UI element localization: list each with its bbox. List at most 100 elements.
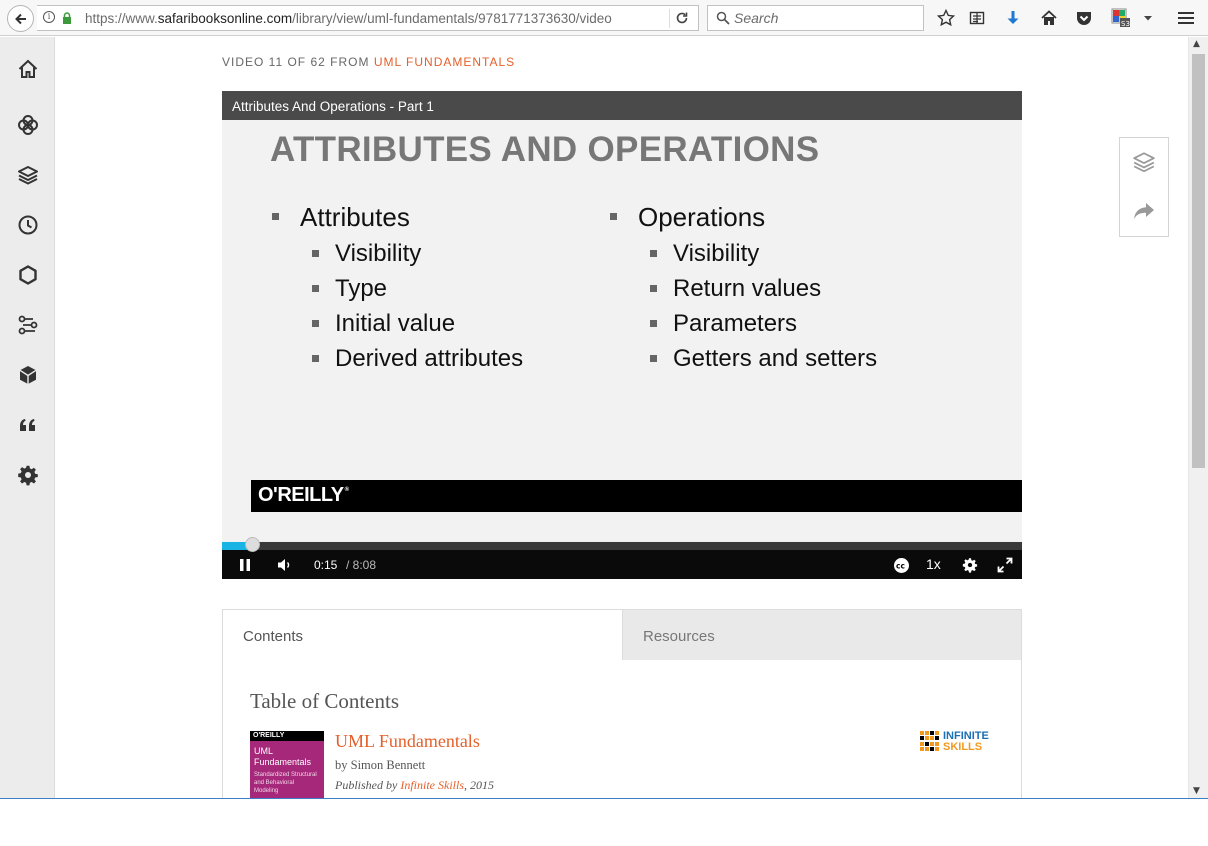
- url-path: /library/view/uml-fundamentals/978177137…: [292, 11, 612, 26]
- gear-icon: [962, 558, 978, 573]
- closed-captions-icon: cc: [893, 557, 909, 573]
- logo-line-2: SKILLS: [943, 741, 983, 753]
- video-frame[interactable]: ATTRIBUTES AND OPERATIONS Attributes Vis…: [222, 120, 1022, 542]
- settings-button[interactable]: [961, 556, 979, 574]
- add-to-playlist-button[interactable]: [1120, 138, 1168, 186]
- reading-list-icon: [969, 11, 985, 25]
- sidebar-item-queue[interactable]: [0, 355, 55, 395]
- lock-icon: [63, 12, 71, 24]
- progress-handle[interactable]: [244, 537, 260, 552]
- sidebar-item-resource-centers[interactable]: [0, 255, 55, 295]
- slide-left-item: Initial value: [311, 310, 456, 337]
- extension-button[interactable]: S3: [1110, 7, 1132, 29]
- layers-icon: [17, 166, 38, 185]
- book-author: by Simon Bennett: [335, 758, 426, 772]
- toc-heading: Table of Contents: [250, 689, 399, 713]
- cube-icon: [19, 366, 36, 384]
- sidebar-item-learning-paths[interactable]: [0, 305, 55, 345]
- book-publisher-line: Published by Infinite Skills, 2015: [335, 778, 494, 793]
- volume-button[interactable]: [276, 557, 294, 573]
- publish-year: , 2015: [463, 778, 494, 792]
- sidebar-item-home[interactable]: [0, 49, 55, 89]
- cover-brand: O'REILLY: [253, 732, 285, 739]
- search-input[interactable]: [734, 9, 919, 27]
- fullscreen-button[interactable]: [996, 556, 1014, 574]
- browser-toolbar: i https://www.safaribooksonline.com/libr…: [0, 0, 1208, 36]
- overflow-dropdown-button[interactable]: [1137, 7, 1159, 29]
- content-tabs: Contents Resources: [222, 609, 1022, 661]
- search-icon: [716, 11, 730, 25]
- slide-left-item: Derived attributes: [311, 345, 524, 372]
- captions-button[interactable]: cc: [892, 556, 910, 574]
- slide-left-item: Visibility: [311, 240, 422, 267]
- video-title: Attributes And Operations - Part 1: [222, 91, 1022, 120]
- book-title-link[interactable]: UML Fundamentals: [335, 731, 480, 752]
- browser-window: i https://www.safaribooksonline.com/libr…: [0, 0, 1208, 799]
- home-button[interactable]: [1038, 7, 1060, 29]
- back-arrow-icon: [14, 13, 26, 24]
- current-time: 0:15: [314, 558, 338, 572]
- sidebar-item-highlights[interactable]: [0, 405, 55, 445]
- progress-bar[interactable]: [222, 537, 1022, 552]
- page-scrollbar[interactable]: ▲ ▼: [1188, 37, 1208, 798]
- slide-right-item: Visibility: [649, 240, 760, 267]
- menu-button[interactable]: [1175, 7, 1197, 29]
- slide-right-heading: Operations: [609, 202, 766, 232]
- url-prefix: https://www.: [85, 11, 158, 26]
- layers-icon: [1133, 152, 1155, 173]
- cover-title: UML Fundamentals: [254, 746, 312, 767]
- fullscreen-icon: [997, 557, 1013, 573]
- url-bar[interactable]: i https://www.safaribooksonline.com/libr…: [37, 5, 699, 31]
- video-player[interactable]: Attributes And Operations - Part 1 ATTRI…: [222, 91, 1022, 579]
- sidebar-item-settings[interactable]: [0, 455, 55, 495]
- share-button[interactable]: [1120, 187, 1168, 235]
- star-icon: [937, 9, 955, 27]
- pocket-button[interactable]: [1073, 7, 1095, 29]
- scroll-thumb[interactable]: [1192, 54, 1205, 468]
- video-count-text: VIDEO 11 OF 62 FROM: [222, 55, 370, 69]
- sidebar-item-playlists[interactable]: [0, 155, 55, 195]
- home-icon: [18, 59, 37, 78]
- bookmark-star-button[interactable]: [935, 7, 957, 29]
- slide-right-item: Parameters: [649, 310, 798, 337]
- slide-left-heading: Attributes: [272, 202, 410, 232]
- url-text[interactable]: https://www.safaribooksonline.com/librar…: [85, 11, 612, 26]
- scroll-up-arrow-icon[interactable]: ▲: [1193, 39, 1200, 49]
- sidebar-item-history[interactable]: [0, 205, 55, 245]
- quote-icon: [19, 419, 35, 431]
- tab-resources[interactable]: Resources: [622, 609, 1022, 661]
- scroll-down-arrow-icon[interactable]: ▼: [1193, 786, 1200, 796]
- paths-icon: [18, 315, 37, 335]
- pause-button[interactable]: [237, 557, 253, 573]
- search-bar[interactable]: [707, 5, 924, 31]
- publisher-link[interactable]: Infinite Skills: [400, 778, 464, 792]
- reading-list-button[interactable]: [966, 7, 988, 29]
- logo-grid-icon: [920, 731, 940, 751]
- book-cover[interactable]: O'REILLY UML Fundamentals Standardized S…: [250, 731, 324, 798]
- url-separator: [669, 9, 670, 28]
- total-time: / 8:08: [346, 558, 377, 572]
- course-link[interactable]: UML FUNDAMENTALS: [374, 55, 515, 69]
- slide-left-item: Type: [311, 275, 388, 302]
- hexagon-icon: [18, 265, 37, 285]
- slide-right-item: Getters and setters: [649, 345, 878, 372]
- sidebar-item-topics[interactable]: [0, 105, 55, 145]
- downloads-button[interactable]: [1002, 7, 1024, 29]
- playback-speed-button[interactable]: 1x: [926, 556, 941, 572]
- browser-home-icon: [1041, 10, 1057, 25]
- reload-button[interactable]: [672, 8, 692, 28]
- tab-contents[interactable]: Contents: [222, 609, 623, 661]
- svg-text:S3: S3: [1121, 20, 1130, 28]
- back-button[interactable]: [7, 5, 34, 32]
- video-position-label: VIDEO 11 OF 62 FROM UML FUNDAMENTALS: [222, 55, 515, 69]
- slide-right-item: Return values: [649, 275, 822, 302]
- share-arrow-icon: [1134, 203, 1154, 219]
- info-icon[interactable]: i: [43, 11, 55, 23]
- oreilly-logo: O'REILLY®: [258, 484, 349, 506]
- hamburger-menu-icon: [1178, 12, 1194, 24]
- floating-action-panel: [1119, 137, 1169, 237]
- cover-subtitle: Standardized Structural and Behavioral M…: [254, 772, 317, 794]
- extension-icon: S3: [1111, 8, 1130, 28]
- volume-icon: [278, 559, 290, 571]
- oreilly-logo-text: O'REILLY: [258, 484, 344, 506]
